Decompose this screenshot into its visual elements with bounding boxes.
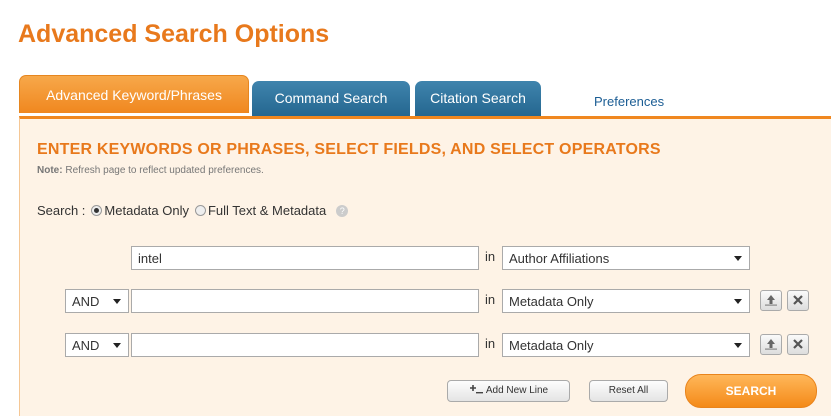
tab-citation-search[interactable]: Citation Search: [415, 81, 541, 117]
radio-metadata-only[interactable]: [91, 205, 103, 216]
note-label: Note:: [37, 165, 63, 176]
radio-full-text-metadata-label[interactable]: Full Text & Metadata: [208, 203, 326, 218]
chevron-down-icon: [113, 299, 121, 304]
operator-select-2-value: AND: [72, 294, 100, 309]
note-text: Refresh page to reflect updated preferen…: [62, 165, 264, 176]
field-select-2-value: Metadata Only: [509, 294, 594, 309]
add-new-line-label: Add New Line: [485, 385, 549, 396]
help-icon[interactable]: ?: [336, 204, 349, 217]
field-select-3[interactable]: Metadata Only: [502, 333, 750, 357]
search-term-input-1[interactable]: [131, 246, 479, 270]
in-label-1: in: [485, 249, 496, 264]
in-label-3: in: [485, 336, 496, 351]
close-icon: [793, 339, 803, 349]
add-line-icon: [469, 385, 483, 394]
chevron-down-icon: [113, 343, 121, 348]
field-select-1-value: Author Affiliations: [509, 251, 610, 266]
field-select-3-value: Metadata Only: [509, 338, 594, 353]
field-select-1[interactable]: Author Affiliations: [502, 246, 750, 270]
search-scope-row: Search : Metadata Only Full Text & Metad…: [37, 203, 349, 218]
operator-select-3[interactable]: AND: [65, 333, 129, 357]
panel-heading: ENTER KEYWORDS OR PHRASES, SELECT FIELDS…: [37, 141, 661, 158]
operator-select-2[interactable]: AND: [65, 289, 129, 313]
search-term-input-2[interactable]: [131, 289, 479, 313]
page-title: Advanced Search Options: [18, 20, 330, 48]
move-up-button-2[interactable]: [760, 290, 782, 311]
chevron-down-icon: [734, 299, 742, 304]
tab-command-search[interactable]: Command Search: [252, 81, 410, 117]
chevron-down-icon: [734, 343, 742, 348]
move-up-icon: [765, 295, 777, 306]
field-select-2[interactable]: Metadata Only: [502, 289, 750, 313]
in-label-2: in: [485, 292, 496, 307]
note: Note: Refresh page to reflect updated pr…: [37, 165, 264, 176]
add-new-line-button[interactable]: Add New Line: [447, 380, 570, 402]
search-scope-label: Search :: [37, 203, 86, 218]
reset-all-button[interactable]: Reset All: [589, 380, 668, 402]
operator-select-3-value: AND: [72, 338, 100, 353]
move-up-icon: [765, 339, 777, 350]
move-up-button-3[interactable]: [760, 334, 782, 355]
remove-line-button-3[interactable]: [787, 334, 809, 355]
radio-full-text-metadata[interactable]: [194, 205, 206, 216]
radio-metadata-only-label[interactable]: Metadata Only: [104, 203, 189, 218]
search-term-input-3[interactable]: [131, 333, 479, 357]
remove-line-button-2[interactable]: [787, 290, 809, 311]
tab-advanced-keyword[interactable]: Advanced Keyword/Phrases: [19, 75, 249, 113]
preferences-link[interactable]: Preferences: [594, 94, 664, 109]
close-icon: [793, 295, 803, 305]
chevron-down-icon: [734, 256, 742, 261]
search-button[interactable]: SEARCH: [685, 374, 817, 408]
